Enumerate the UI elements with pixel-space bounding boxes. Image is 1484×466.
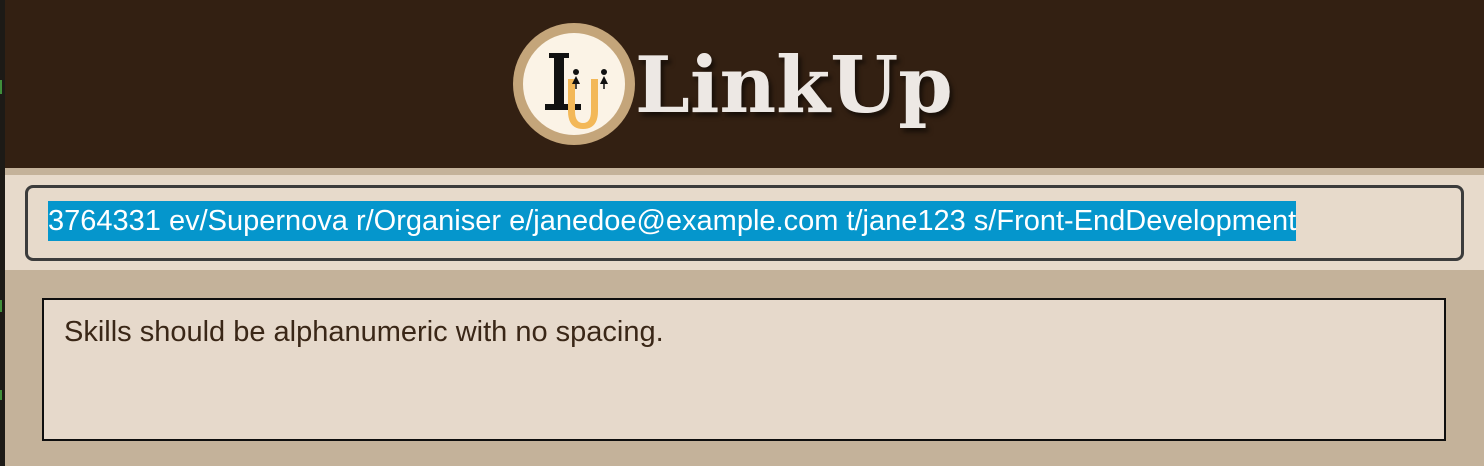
command-box: 3764331 ev/Supernova r/Organiser e/janed… (5, 175, 1484, 270)
result-message: Skills should be alphanumeric with no sp… (64, 316, 664, 348)
app-title: LinkUp (635, 40, 953, 131)
linkup-logo-icon (513, 23, 635, 145)
header-divider (5, 168, 1484, 175)
command-input[interactable]: 3764331 ev/Supernova r/Organiser e/janed… (25, 185, 1464, 261)
result-panel: Skills should be alphanumeric with no sp… (5, 270, 1484, 466)
command-input-text[interactable]: 3764331 ev/Supernova r/Organiser e/janed… (48, 201, 1297, 241)
app-window: LinkUp 3764331 ev/Supernova r/Organiser … (0, 0, 1484, 466)
result-display[interactable]: Skills should be alphanumeric with no sp… (42, 298, 1446, 441)
app-header: LinkUp (5, 0, 1484, 168)
logo-letters-graphic (545, 53, 608, 129)
logo-emblem (523, 33, 625, 135)
